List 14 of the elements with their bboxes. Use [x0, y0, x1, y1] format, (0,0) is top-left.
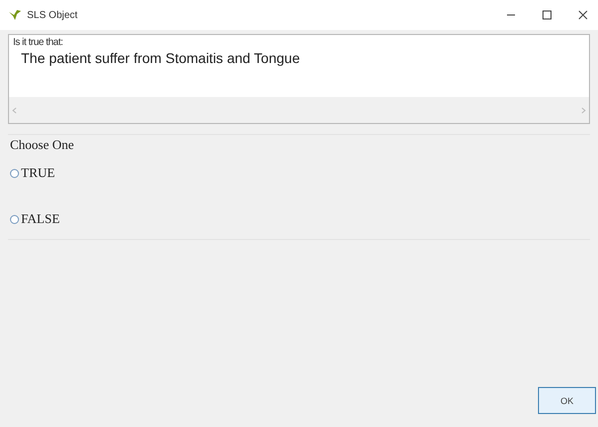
- ok-button[interactable]: OK: [538, 387, 596, 414]
- horizontal-scrollbar[interactable]: [9, 97, 589, 123]
- group-label: Choose One: [10, 137, 75, 153]
- question-prompt: Is it true that:: [13, 37, 64, 48]
- radio-button[interactable]: [10, 214, 19, 224]
- close-icon[interactable]: [578, 10, 588, 20]
- radio-label[interactable]: FALSE: [21, 211, 60, 227]
- scroll-left-icon[interactable]: [12, 106, 17, 114]
- radio-label[interactable]: TRUE: [21, 165, 55, 181]
- window-title: SLS Object: [27, 10, 78, 20]
- question-statement: The patient suffer from Stomaitis and Tongue: [21, 50, 301, 66]
- maximize-icon[interactable]: [542, 10, 552, 20]
- radio-button[interactable]: [10, 168, 19, 178]
- scroll-right-icon[interactable]: [581, 106, 586, 114]
